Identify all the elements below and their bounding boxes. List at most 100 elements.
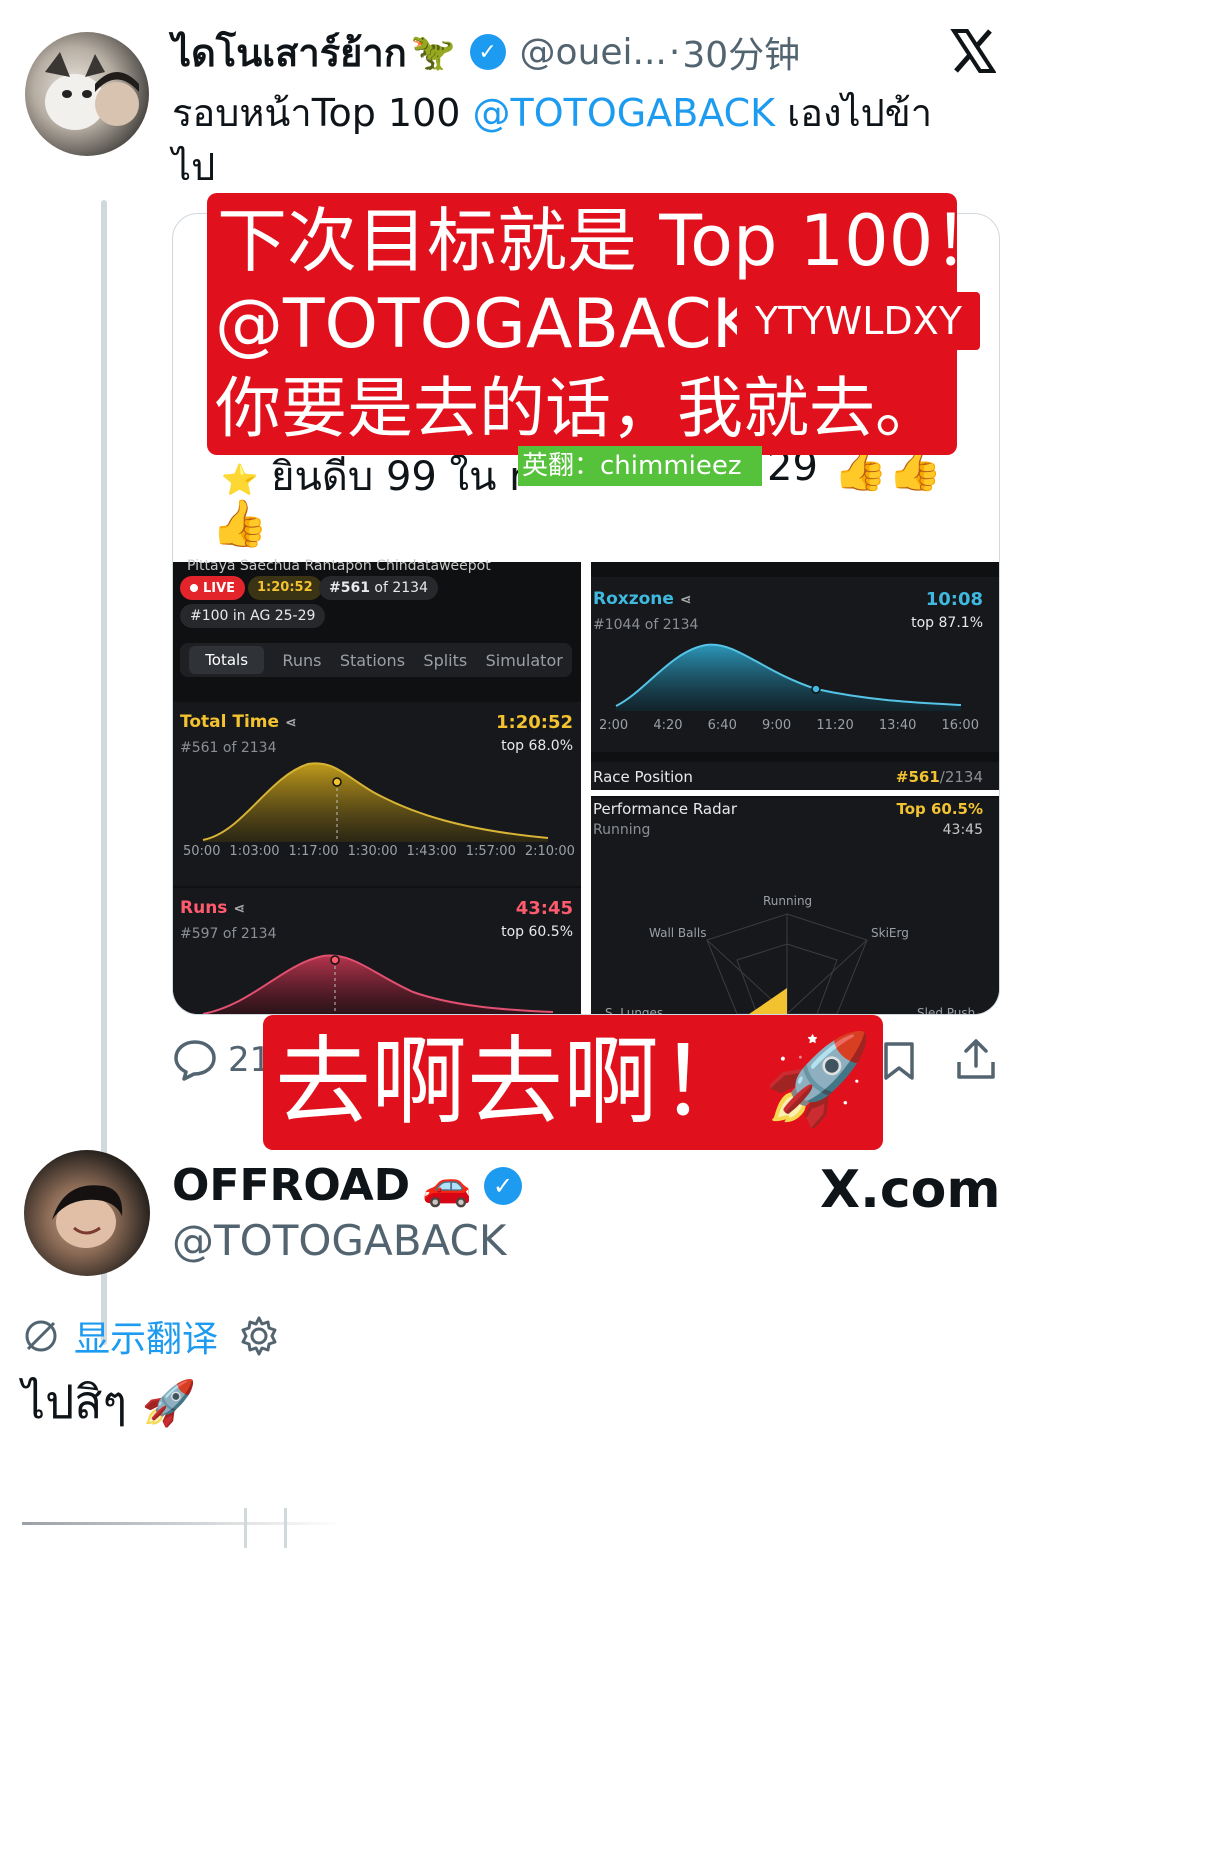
share-upload-icon	[957, 1039, 995, 1079]
runs-title: Runs ⋖	[180, 898, 245, 918]
tweet1-mention-link[interactable]: @TOTOGABACK	[473, 91, 776, 135]
roxzone-distribution-chart	[615, 643, 962, 711]
live-label: LIVE	[203, 580, 236, 596]
tab-stations[interactable]: Stations	[340, 651, 405, 670]
translator-credit: 英翻：chimmieez	[518, 446, 762, 486]
star-emoji: ⭐	[221, 463, 259, 498]
roxzone-tick: 16:00	[941, 718, 979, 733]
show-translation-link[interactable]: 显示翻译	[74, 1310, 218, 1362]
divider	[591, 790, 999, 796]
runs-panel: Runs ⋖ 43:45 #597 of 2134 top 60.5%	[173, 888, 581, 1014]
tab-simulator[interactable]: Simulator	[486, 651, 563, 670]
tweet1-text-prefix: รอบหน้าTop 100	[172, 91, 473, 135]
right-app-screenshot: Roxzone ⋖ 10:08 #1044 of 2134 top 87.1% …	[591, 562, 999, 1014]
tweet1-text-suffix: เองไปข้า	[775, 91, 933, 135]
quoted-partial-line: ยินดีบ 99 ใน r	[271, 454, 526, 500]
live-dot-icon	[190, 584, 198, 592]
rank-value: #561	[329, 580, 370, 596]
x-logo-icon[interactable]	[950, 28, 997, 74]
tab-splits[interactable]: Splits	[423, 651, 467, 670]
total-time-axis: 50:00 1:03:00 1:17:00 1:30:00 1:43:00 1:…	[183, 844, 575, 859]
bookmark-icon	[884, 1042, 914, 1080]
total-time-title: Total Time ⋖	[180, 712, 297, 732]
tweet2-display-name[interactable]: OFFROAD	[172, 1160, 410, 1211]
total-time-title-text: Total Time	[180, 712, 280, 732]
roxzone-tick: 11:20	[816, 718, 854, 733]
total-time-value: 1:20:52	[495, 712, 573, 733]
roxzone-axis: 2:00 4:20 6:40 9:00 11:20 13:40 16:00	[599, 718, 979, 733]
race-position-row: Race Position #561/2134	[591, 762, 999, 790]
roxzone-panel: Roxzone ⋖ 10:08 #1044 of 2134 top 87.1% …	[591, 577, 999, 752]
live-badge: LIVE	[180, 576, 246, 600]
reply-icon	[174, 1040, 216, 1081]
total-tick: 1:57:00	[465, 844, 516, 859]
total-time-panel: Total Time ⋖ 1:20:52 #561 of 2134 top 68…	[173, 702, 581, 886]
roxzone-tick: 6:40	[707, 718, 737, 733]
share-button[interactable]	[954, 1036, 998, 1086]
tweet2-text-body: ไปสิๆ	[22, 1375, 128, 1429]
rank-of: of 2134	[374, 580, 428, 596]
caption-bottom-text: 去啊去啊！	[275, 1026, 755, 1138]
total-tick: 1:30:00	[347, 844, 398, 859]
verified-badge-icon: ✓	[469, 34, 506, 70]
share-icon[interactable]: ⋖	[680, 592, 692, 608]
caption-line3: 你要是去的话，我就去。	[215, 370, 941, 447]
dinosaur-emoji: 🦖	[410, 32, 456, 73]
tweet2-text: ไปสิๆ 🚀	[22, 1366, 197, 1439]
tweet1-text: รอบหน้าTop 100 @TOTOGABACK เองไปข้า ไป	[172, 86, 1002, 194]
tab-runs[interactable]: Runs	[282, 651, 321, 670]
tweet2-handle[interactable]: @TOTOGABACK	[172, 1216, 506, 1265]
total-tick: 2:10:00	[524, 844, 575, 859]
roxzone-tick: 9:00	[761, 718, 792, 733]
tweet1-handle[interactable]: @ouei...	[520, 32, 667, 73]
race-position-value: #561/2134	[896, 768, 983, 786]
tweet1-time[interactable]: 30分钟	[682, 26, 800, 78]
avatar-photo-icon	[52, 1185, 123, 1248]
total-tick: 1:43:00	[406, 844, 457, 859]
roxzone-title-text: Roxzone	[593, 589, 674, 609]
avatar-photo-icon	[45, 52, 139, 130]
tweet2-header: OFFROAD 🚗 ✓	[172, 1160, 523, 1211]
left-top-names: Pittaya Saechua Rantapon Chindataweepot	[187, 558, 491, 574]
roxzone-title: Roxzone ⋖	[593, 589, 692, 609]
live-time-badge: 1:20:52	[248, 576, 322, 600]
radar-label-skierg: SkiErg	[871, 926, 909, 940]
rocket-emoji: 🚀	[763, 1027, 873, 1130]
car-emoji: 🚗	[422, 1163, 473, 1209]
total-tick: 50:00	[183, 844, 221, 859]
radar-label-sledpush: Sled Push	[917, 1006, 976, 1015]
left-app-screenshot: Pittaya Saechua Rantapon Chindataweepot …	[173, 558, 581, 1014]
translate-row: 显示翻译	[22, 1310, 280, 1362]
tweet1-display-name[interactable]: ไดโนเสาร์ย้าก	[172, 22, 407, 83]
caption-overlay-bottom: 去啊去啊！ 🚀	[263, 1015, 883, 1150]
runs-title-text: Runs	[180, 898, 228, 918]
total-time-distribution-chart	[202, 762, 549, 842]
tweet1-avatar[interactable]	[25, 32, 149, 156]
translate-globe-icon	[25, 1320, 57, 1352]
gear-icon[interactable]	[238, 1315, 280, 1357]
bottom-fade-divider	[22, 1508, 342, 1548]
caption-line1: 下次目标就是 Top 100！	[217, 200, 1004, 282]
race-position-rank: #561	[895, 768, 940, 786]
radar-panel: Performance Radar Top 60.5% Running 43:4…	[591, 798, 999, 1014]
total-tick: 1:17:00	[288, 844, 339, 859]
reply-button[interactable]: 21	[172, 1038, 271, 1082]
runs-top: top 60.5%	[501, 924, 573, 940]
race-position-title: Race Position	[593, 768, 693, 786]
share-icon[interactable]: ⋖	[285, 715, 297, 731]
runs-distribution-chart	[202, 954, 554, 1014]
total-tick: 1:03:00	[229, 844, 280, 859]
tweet2-avatar[interactable]	[24, 1150, 150, 1276]
share-icon[interactable]: ⋖	[233, 901, 245, 917]
tweet1-text-line2: ไป	[172, 145, 216, 189]
tweet1-header: ไดโนเสาร์ย้าก 🦖 ✓ @ouei... · 30分钟	[172, 26, 800, 78]
tweet1-separator: ·	[668, 31, 681, 73]
bookmark-button[interactable]	[882, 1040, 916, 1086]
roxzone-tick: 2:00	[599, 718, 629, 733]
radar-label-running: Running	[763, 894, 813, 908]
roxzone-top: top 87.1%	[911, 615, 983, 631]
caption-line2: @TOTOGABACK	[215, 285, 757, 364]
roxzone-value: 10:08	[925, 589, 983, 610]
tweet1-text-line1: รอบหน้าTop 100 @TOTOGABACK เองไปข้า	[172, 86, 1002, 140]
tab-totals[interactable]: Totals	[189, 646, 265, 674]
